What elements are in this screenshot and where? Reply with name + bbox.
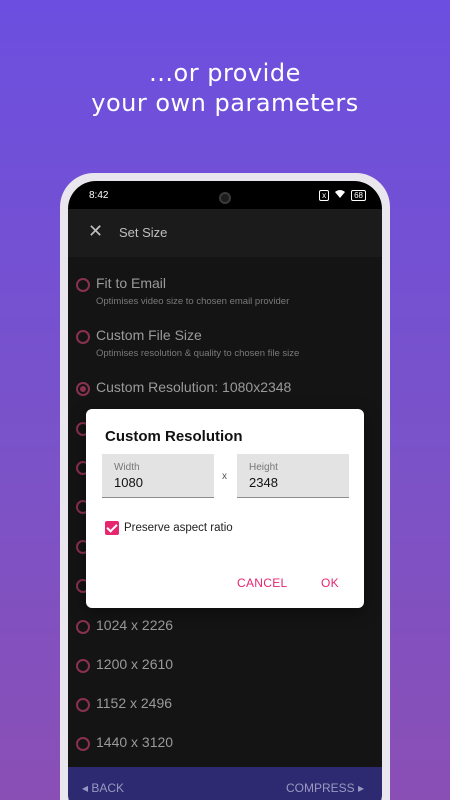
status-time: 8:42 bbox=[89, 190, 109, 201]
height-input[interactable]: 2348 bbox=[249, 475, 278, 490]
radio-icon[interactable] bbox=[76, 330, 90, 344]
preserve-aspect-checkbox[interactable] bbox=[105, 521, 119, 535]
width-label: Width bbox=[114, 462, 140, 473]
cancel-button[interactable]: CANCEL bbox=[237, 576, 287, 590]
radio-icon[interactable] bbox=[76, 698, 90, 712]
app-bar: ✕ Set Size bbox=[68, 209, 382, 257]
bottom-bar: ◂ BACK COMPRESS ▸ bbox=[68, 767, 382, 800]
option-label: 1152 x 2496 bbox=[96, 695, 173, 711]
radio-icon[interactable] bbox=[76, 278, 90, 292]
headline: ...or provide your own parameters bbox=[0, 58, 450, 118]
option-label: Custom File Size bbox=[96, 327, 202, 343]
page-title: Set Size bbox=[119, 225, 168, 240]
back-button[interactable]: ◂ BACK bbox=[82, 781, 124, 795]
radio-icon[interactable] bbox=[76, 659, 90, 673]
custom-resolution-dialog: Custom Resolution Width 1080 x Height 23… bbox=[86, 409, 364, 608]
radio-icon[interactable] bbox=[76, 737, 90, 751]
ok-button[interactable]: OK bbox=[321, 576, 339, 590]
headline-line-1: ...or provide bbox=[149, 59, 301, 87]
option-description: Optimises resolution & quality to chosen… bbox=[96, 348, 300, 359]
width-field[interactable]: Width 1080 bbox=[102, 454, 214, 498]
sim-icon: x bbox=[319, 190, 330, 201]
wifi-icon bbox=[334, 189, 346, 202]
option-label: Fit to Email bbox=[96, 275, 167, 291]
width-input[interactable]: 1080 bbox=[114, 475, 143, 490]
battery-icon: 68 bbox=[351, 190, 366, 201]
height-field[interactable]: Height 2348 bbox=[237, 454, 349, 498]
status-icons: x 68 bbox=[319, 189, 366, 202]
camera-icon bbox=[219, 192, 231, 204]
option-label: Custom Resolution: 1080x2348 bbox=[96, 379, 292, 395]
option-label: 1200 x 2610 bbox=[96, 656, 174, 672]
times-separator: x bbox=[222, 471, 227, 482]
option-label: 1024 x 2226 bbox=[96, 617, 174, 633]
preserve-aspect-label: Preserve aspect ratio bbox=[124, 522, 233, 534]
headline-line-2: your own parameters bbox=[91, 89, 359, 117]
option-description: Optimises video size to chosen email pro… bbox=[96, 296, 290, 307]
status-bar: 8:42 x 68 bbox=[68, 181, 382, 209]
height-label: Height bbox=[249, 462, 278, 473]
close-icon[interactable]: ✕ bbox=[88, 221, 103, 242]
option-label: 1440 x 3120 bbox=[96, 734, 174, 750]
radio-icon[interactable] bbox=[76, 620, 90, 634]
dialog-title: Custom Resolution bbox=[105, 428, 243, 445]
radio-selected-icon[interactable] bbox=[76, 382, 90, 396]
compress-button[interactable]: COMPRESS ▸ bbox=[286, 781, 364, 795]
